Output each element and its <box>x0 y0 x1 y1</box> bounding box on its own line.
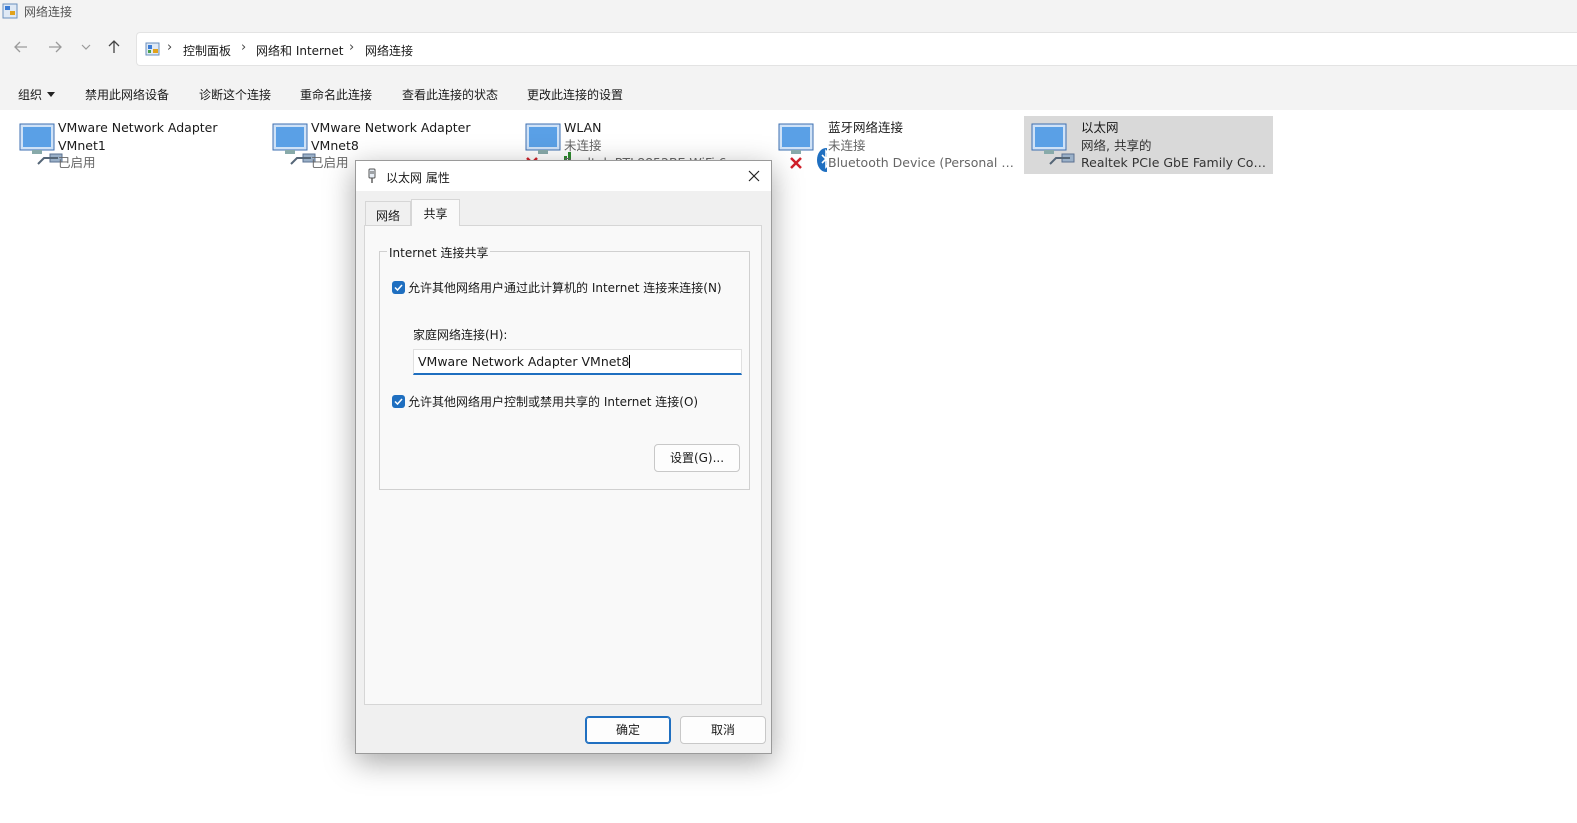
breadcrumb-control-panel[interactable]: 控制面板 <box>183 42 231 59</box>
connection-item-vmnet1[interactable]: VMware Network Adapter VMnet1 已启用 <box>0 116 250 174</box>
connection-status: 未连接 <box>564 137 602 153</box>
allow-control-checkbox[interactable] <box>392 395 405 408</box>
tab-network[interactable]: 网络 <box>365 201 411 225</box>
connection-device: Realtek PCIe GbE Family Contr... <box>1081 155 1267 170</box>
connection-name: VMware Network Adapter VMnet1 <box>58 120 218 153</box>
ok-button[interactable]: 确定 <box>585 716 671 744</box>
chevron-right-icon: › <box>349 40 355 55</box>
navigation-bar: › 控制面板 › 网络和 Internet › 网络连接 <box>0 22 1577 78</box>
organize-menu[interactable]: 组织 <box>18 86 56 103</box>
connection-status: 未连接 <box>828 137 866 153</box>
allow-connect-checkbox[interactable] <box>392 281 405 294</box>
connection-status: 网络, 共享的 <box>1081 137 1152 153</box>
window-title: 网络连接 <box>24 5 73 19</box>
bluetooth-network-icon <box>775 120 835 172</box>
view-status-command[interactable]: 查看此连接的状态 <box>402 86 498 103</box>
recent-locations-chevron-icon[interactable] <box>77 38 95 56</box>
network-connections-app-icon <box>2 3 18 22</box>
ethernet-plug-icon <box>365 168 379 187</box>
connection-status: 已启用 <box>58 155 96 170</box>
connection-name: WLAN <box>564 120 602 135</box>
chevron-right-icon: › <box>241 40 247 55</box>
connection-name: 蓝牙网络连接 <box>828 120 904 135</box>
dialog-title: 以太网 属性 <box>386 171 450 185</box>
connection-name: 以太网 <box>1081 120 1119 135</box>
organize-label: 组织 <box>18 88 43 102</box>
home-network-value: VMware Network Adapter VMnet8 <box>418 354 630 369</box>
breadcrumb-network-internet[interactable]: 网络和 Internet <box>256 42 343 59</box>
dialog-titlebar: 以太网 属性 <box>356 161 771 191</box>
text-cursor <box>629 355 631 368</box>
up-arrow-icon[interactable] <box>105 38 123 56</box>
internet-sharing-group-label: Internet 连接共享 <box>387 244 491 261</box>
chevron-right-icon: › <box>167 40 173 55</box>
dropdown-caret-icon <box>47 92 56 97</box>
settings-button[interactable]: 设置(G)... <box>654 444 740 472</box>
home-network-label: 家庭网络连接(H): <box>413 328 508 342</box>
disable-device-command[interactable]: 禁用此网络设备 <box>85 86 169 103</box>
address-bar[interactable]: › 控制面板 › 网络和 Internet › 网络连接 <box>136 32 1577 66</box>
command-bar: 组织 禁用此网络设备 诊断这个连接 重命名此连接 查看此连接的状态 更改此连接的… <box>0 78 1577 110</box>
home-network-field[interactable]: VMware Network Adapter VMnet8 <box>413 349 742 375</box>
window-titlebar: 网络连接 <box>0 0 1577 22</box>
diagnose-connection-command[interactable]: 诊断这个连接 <box>199 86 271 103</box>
allow-connect-label[interactable]: 允许其他网络用户通过此计算机的 Internet 连接来连接(N) <box>408 279 722 296</box>
connection-name: VMware Network Adapter VMnet8 <box>311 120 471 153</box>
ethernet-properties-dialog: 以太网 属性 网络 共享 Internet 连接共享 允许其他网络用户通过此计算… <box>355 160 772 754</box>
forward-arrow-icon[interactable] <box>46 38 64 56</box>
back-arrow-icon[interactable] <box>12 38 30 56</box>
breadcrumb-network-connections[interactable]: 网络连接 <box>365 42 413 59</box>
connection-device: Bluetooth Device (Personal Ar... <box>828 155 1014 170</box>
cancel-button[interactable]: 取消 <box>680 716 766 744</box>
allow-control-label[interactable]: 允许其他网络用户控制或禁用共享的 Internet 连接(O) <box>408 393 698 410</box>
tab-sharing[interactable]: 共享 <box>411 199 460 226</box>
sharing-tab-panel: Internet 连接共享 允许其他网络用户通过此计算机的 Internet 连… <box>364 225 762 705</box>
control-panel-icon <box>145 41 161 60</box>
rename-connection-command[interactable]: 重命名此连接 <box>300 86 372 103</box>
change-settings-command[interactable]: 更改此连接的设置 <box>527 86 623 103</box>
ethernet-network-icon <box>1028 120 1080 172</box>
connection-item-ethernet[interactable]: 以太网 网络, 共享的 Realtek PCIe GbE Family Cont… <box>1024 116 1273 174</box>
close-icon[interactable] <box>743 165 765 187</box>
connection-item-bluetooth[interactable]: 蓝牙网络连接 未连接 Bluetooth Device (Personal Ar… <box>759 116 1014 174</box>
